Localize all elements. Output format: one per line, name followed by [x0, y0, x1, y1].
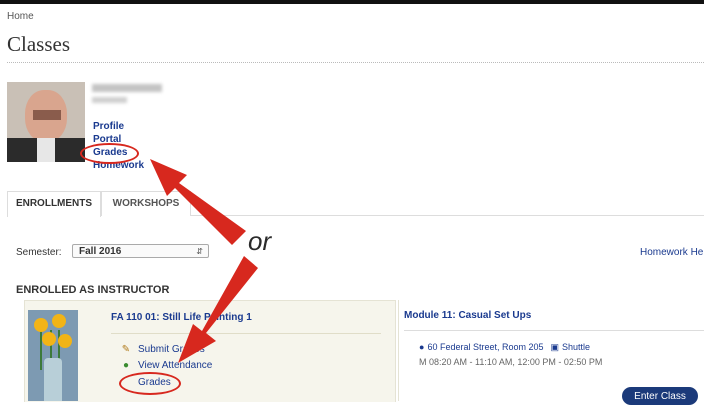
schedule-text: M 08:20 AM - 11:10 AM, 12:00 PM - 02:50 … — [419, 357, 603, 367]
homework-help-link[interactable]: Homework Help — [640, 247, 704, 258]
profile-link[interactable]: Profile — [93, 121, 124, 133]
location-text: 60 Federal Street, Room 205 — [427, 342, 544, 352]
grades-highlight-ellipse-bottom — [119, 372, 181, 395]
bus-icon: ▣ — [550, 342, 560, 352]
or-annotation-text: or — [248, 226, 272, 256]
grades-highlight-ellipse-top — [80, 143, 139, 164]
view-attendance-label: View Attendance — [138, 360, 213, 371]
select-caret-icon: ⇵ — [196, 247, 203, 256]
class-divider — [111, 333, 381, 334]
breadcrumb-home[interactable]: Home — [7, 11, 34, 22]
blurred-name — [92, 84, 162, 92]
submit-grades-label: Submit Grades — [138, 344, 205, 355]
semester-label: Semester: — [16, 247, 62, 258]
shuttle-link[interactable]: Shuttle — [562, 342, 590, 352]
enter-class-button[interactable]: Enter Class — [622, 387, 698, 405]
blurred-subtitle — [92, 97, 127, 103]
section-heading: ENROLLED AS INSTRUCTOR — [16, 284, 170, 296]
location-row: ● 60 Federal Street, Room 205 ▣ Shuttle — [419, 342, 590, 353]
top-bar — [0, 0, 704, 4]
tab-workshops[interactable]: WORKSHOPS — [101, 191, 191, 216]
page-title: Classes — [7, 32, 70, 56]
map-pin-icon: ● — [419, 342, 425, 352]
submit-grades-action[interactable]: ✎ Submit Grades — [120, 344, 205, 355]
module-title-link[interactable]: Module 11: Casual Set Ups — [404, 310, 531, 321]
profile-photo — [7, 82, 85, 162]
class-title-link[interactable]: FA 110 01: Still Life Painting 1 — [111, 312, 252, 323]
edit-icon: ✎ — [121, 344, 131, 355]
view-attendance-action[interactable]: ● View Attendance — [120, 360, 212, 371]
title-divider — [7, 62, 704, 63]
semester-value: Fall 2016 — [79, 246, 122, 257]
class-thumbnail[interactable] — [28, 310, 78, 401]
tab-enrollments[interactable]: ENROLLMENTS — [7, 191, 101, 217]
people-icon: ● — [122, 360, 130, 371]
module-divider — [404, 330, 704, 331]
semester-select[interactable]: Fall 2016 ⇵ — [72, 244, 209, 258]
